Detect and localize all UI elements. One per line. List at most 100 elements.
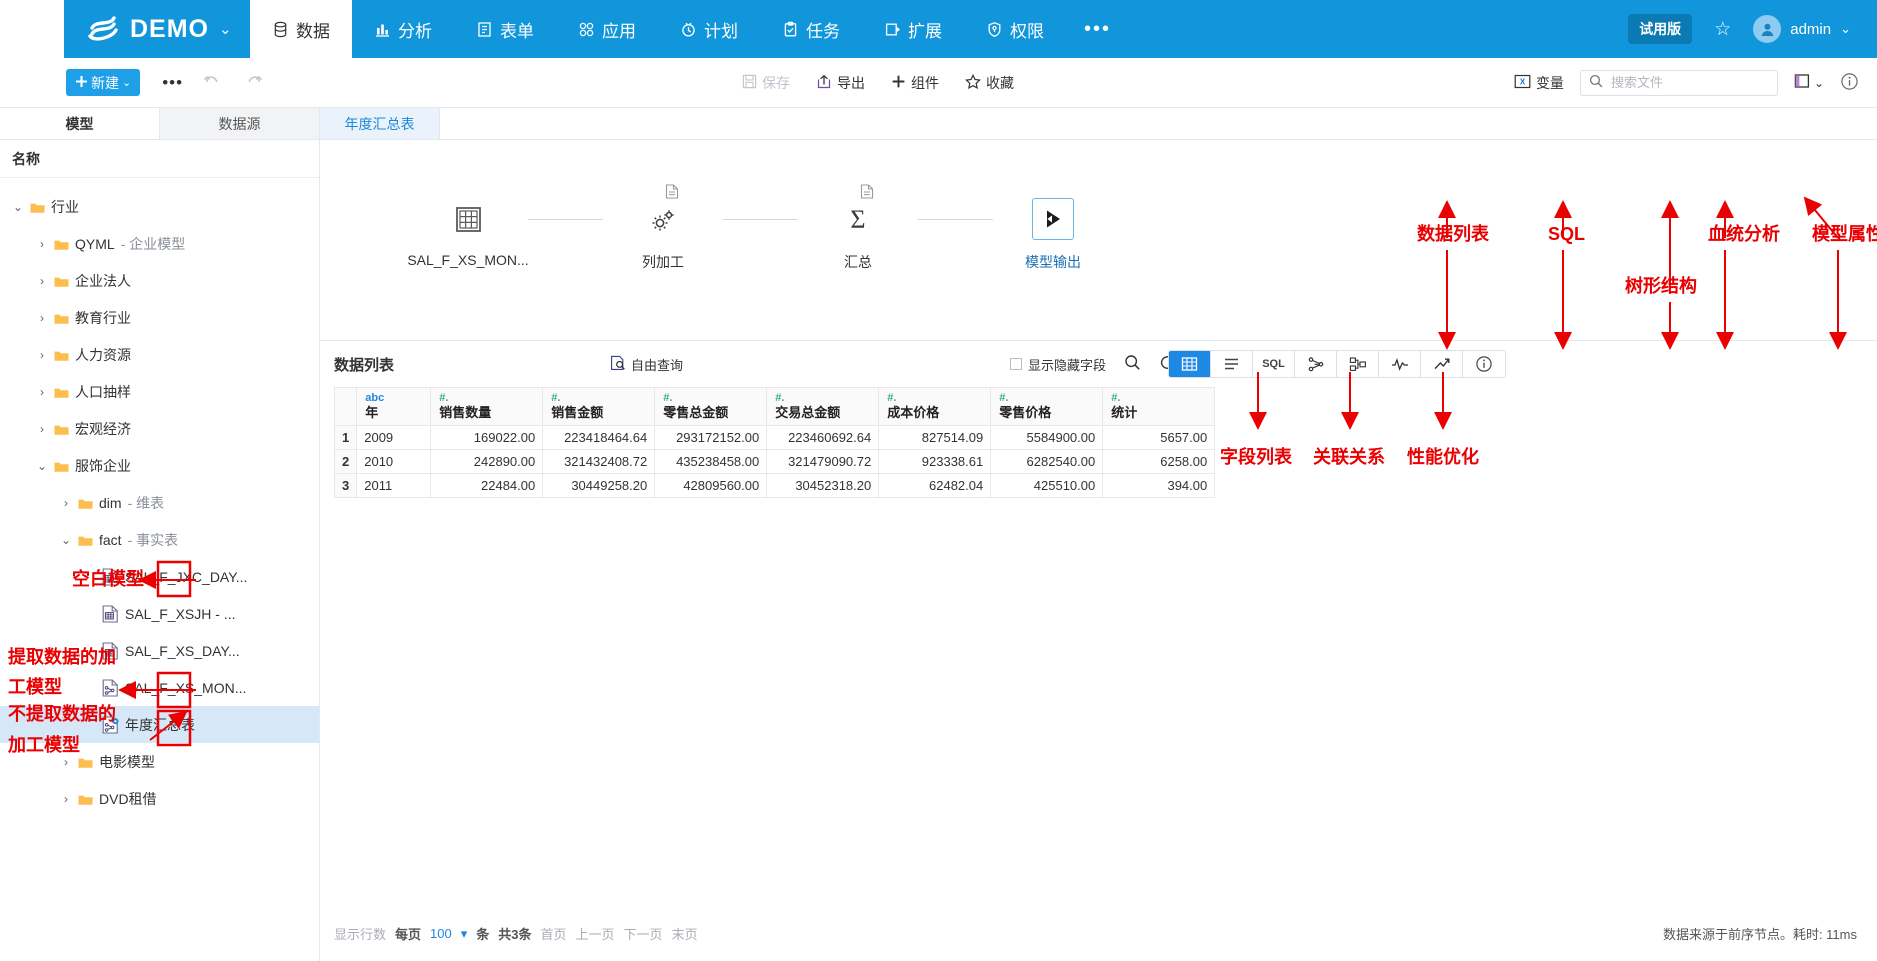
page-first-button[interactable]: 首页 bbox=[541, 924, 567, 943]
page-last-button[interactable]: 末页 bbox=[672, 924, 698, 943]
chevron-down-icon[interactable]: ⌄ bbox=[36, 459, 48, 473]
new-button[interactable]: 新建 ⌄ bbox=[66, 69, 140, 96]
show-hidden-fields-checkbox[interactable]: 显示隐藏字段 bbox=[1010, 355, 1106, 374]
nav-tab-analysis[interactable]: 分析 bbox=[352, 0, 454, 58]
chevron-right-icon[interactable]: › bbox=[36, 237, 48, 251]
model-flow-canvas[interactable]: SAL_F_XS_MON... 列加工 Σ 汇总 bbox=[320, 140, 1877, 340]
table-row[interactable]: 22010242890.00321432408.72435238458.0032… bbox=[335, 450, 1215, 474]
user-menu[interactable]: admin ⌄ bbox=[1753, 15, 1851, 43]
undo-icon[interactable] bbox=[203, 73, 223, 92]
info-icon[interactable] bbox=[1840, 72, 1859, 94]
tree-item[interactable]: ⌄行业 bbox=[0, 188, 319, 225]
folder-icon bbox=[54, 460, 69, 472]
chevron-right-icon[interactable]: › bbox=[36, 348, 48, 362]
column-header[interactable]: #.统计 bbox=[1103, 388, 1215, 426]
export-button[interactable]: 导出 bbox=[816, 73, 865, 93]
view-button-relationship[interactable] bbox=[1337, 351, 1379, 377]
save-button[interactable]: 保存 bbox=[742, 73, 790, 93]
search-input[interactable] bbox=[1609, 74, 1759, 91]
table-row[interactable]: 3201122484.0030449258.2042809560.0030452… bbox=[335, 474, 1215, 498]
view-button-model-properties[interactable] bbox=[1463, 351, 1505, 377]
data-grid[interactable]: abc年#.销售数量#.销售金额#.零售总金额#.交易总金额#.成本价格#.零售… bbox=[334, 387, 1215, 498]
nav-tab-extension[interactable]: 扩展 bbox=[862, 0, 964, 58]
tree-item[interactable]: ›宏观经济 bbox=[0, 410, 319, 447]
tree-item[interactable]: SAL_F_XSJH - ... bbox=[0, 595, 319, 632]
layout-toggle-button[interactable]: ⌄ bbox=[1794, 73, 1824, 92]
per-page-caret-icon[interactable]: ▾ bbox=[461, 926, 468, 942]
search-icon[interactable] bbox=[1124, 354, 1141, 374]
column-header[interactable]: #.成本价格 bbox=[879, 388, 991, 426]
chevron-right-icon[interactable]: › bbox=[60, 792, 72, 806]
variable-button[interactable]: X 变量 bbox=[1514, 73, 1564, 93]
tree-item[interactable]: SAL_F_JXC_DAY... bbox=[0, 558, 319, 595]
flow-node-source[interactable]: SAL_F_XS_MON... bbox=[408, 198, 528, 268]
nav-tab-permission[interactable]: 权限 bbox=[964, 0, 1066, 58]
flow-node-column-process[interactable]: 列加工 bbox=[603, 198, 723, 272]
column-header[interactable]: abc年 bbox=[357, 388, 431, 426]
plus-icon bbox=[891, 74, 906, 92]
redo-icon[interactable] bbox=[243, 73, 263, 92]
view-button-tree-structure[interactable] bbox=[1295, 351, 1337, 377]
chevron-down-icon[interactable]: ⌄ bbox=[60, 533, 72, 547]
tree-item[interactable]: ›dim - 维表 bbox=[0, 484, 319, 521]
tree-item[interactable]: ›DVD租借 bbox=[0, 780, 319, 817]
column-header[interactable]: #.交易总金额 bbox=[767, 388, 879, 426]
sidebar-tab-datasource[interactable]: 数据源 bbox=[159, 108, 319, 139]
brand-button[interactable]: DEMO ⌄ bbox=[64, 0, 250, 58]
folder-icon bbox=[54, 238, 69, 250]
column-header[interactable]: #.销售数量 bbox=[431, 388, 543, 426]
variable-icon: X bbox=[1514, 74, 1531, 92]
chevron-down-icon[interactable]: ⌄ bbox=[12, 200, 24, 214]
nav-tab-label: 权限 bbox=[1010, 17, 1044, 42]
nav-tab-form[interactable]: 表单 bbox=[454, 0, 556, 58]
per-page-value[interactable]: 100 bbox=[430, 926, 452, 941]
view-button-sql[interactable]: SQL bbox=[1253, 351, 1295, 377]
tree-item[interactable]: ›人力资源 bbox=[0, 336, 319, 373]
page-prev-button[interactable]: 上一页 bbox=[576, 924, 615, 943]
component-button[interactable]: 组件 bbox=[891, 73, 939, 93]
view-button-performance[interactable] bbox=[1379, 351, 1421, 377]
tree-item[interactable]: ⌄fact - 事实表 bbox=[0, 521, 319, 558]
flow-node-aggregate[interactable]: Σ 汇总 bbox=[798, 198, 918, 272]
sidebar-tab-model[interactable]: 模型 bbox=[0, 108, 159, 139]
folder-icon bbox=[54, 275, 69, 287]
free-query-button[interactable]: 自由查询 bbox=[610, 355, 683, 374]
tree-item[interactable]: ›人口抽样 bbox=[0, 373, 319, 410]
nav-tab-task[interactable]: 任务 bbox=[760, 0, 862, 58]
chevron-right-icon[interactable]: › bbox=[36, 311, 48, 325]
trial-badge[interactable]: 试用版 bbox=[1628, 14, 1692, 44]
tree-item[interactable]: ›QYML - 企业模型 bbox=[0, 225, 319, 262]
chevron-right-icon[interactable]: › bbox=[60, 496, 72, 510]
column-header[interactable]: #.零售价格 bbox=[991, 388, 1103, 426]
table-cell: 827514.09 bbox=[879, 426, 991, 450]
chevron-right-icon[interactable]: › bbox=[36, 385, 48, 399]
chevron-right-icon[interactable]: › bbox=[36, 422, 48, 436]
document-tab-strip: 年度汇总表 bbox=[320, 108, 1877, 140]
view-button-lineage[interactable] bbox=[1421, 351, 1463, 377]
flow-node-output[interactable]: 模型输出 bbox=[993, 198, 1113, 272]
nav-tab-data[interactable]: 数据 bbox=[250, 0, 352, 58]
column-header[interactable]: #.销售金额 bbox=[543, 388, 655, 426]
nav-tab-plan[interactable]: 计划 bbox=[658, 0, 760, 58]
tree-item[interactable]: › 教育行业 bbox=[0, 299, 319, 336]
toolbar-more-button[interactable]: ••• bbox=[162, 73, 183, 93]
nav-tab-apps[interactable]: 应用 bbox=[556, 0, 658, 58]
view-button-field-list[interactable] bbox=[1211, 351, 1253, 377]
tree-item-label: 教育行业 bbox=[75, 308, 131, 328]
star-icon[interactable]: ☆ bbox=[1714, 18, 1731, 41]
view-button-grid[interactable] bbox=[1169, 351, 1211, 377]
nav-more-button[interactable]: ••• bbox=[1066, 18, 1129, 41]
tree-item[interactable]: ⌄服饰企业 bbox=[0, 447, 319, 484]
export-label: 导出 bbox=[837, 73, 865, 93]
favorite-button[interactable]: 收藏 bbox=[965, 73, 1014, 93]
column-header[interactable]: #.零售总金额 bbox=[655, 388, 767, 426]
nav-tab-label: 表单 bbox=[500, 17, 534, 42]
table-row[interactable]: 12009169022.00223418464.64293172152.0022… bbox=[335, 426, 1215, 450]
annotation-label: 空白模型 bbox=[72, 567, 144, 591]
doc-tab-annual-summary[interactable]: 年度汇总表 bbox=[320, 108, 440, 139]
tree-item[interactable]: ›企业法人 bbox=[0, 262, 319, 299]
page-next-button[interactable]: 下一页 bbox=[624, 924, 663, 943]
tree-item-label: 电影模型 bbox=[99, 752, 155, 772]
chevron-right-icon[interactable]: › bbox=[36, 274, 48, 288]
search-box[interactable] bbox=[1580, 70, 1778, 96]
